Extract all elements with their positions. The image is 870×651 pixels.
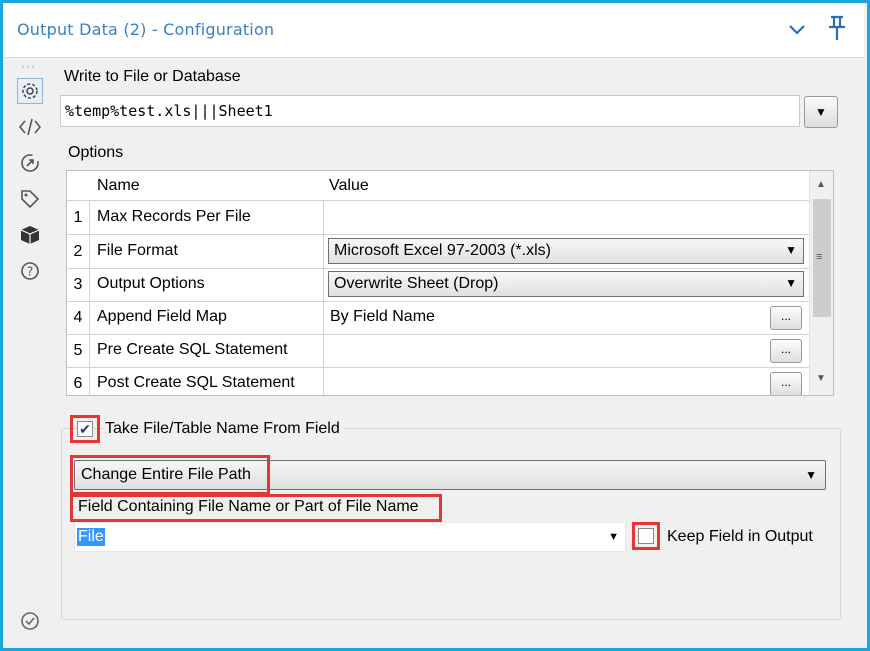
file-format-select[interactable]: Microsoft Excel 97-2003 (*.xls) ▼ — [328, 238, 804, 264]
take-file-name-label: Take File/Table Name From Field — [105, 420, 344, 438]
grid-scrollbar[interactable]: ▲ ≡ ▼ — [809, 171, 833, 395]
pre-create-sql-cell: ... — [323, 334, 810, 367]
grid-header: Name Value — [67, 171, 809, 201]
append-field-map-cell: By Field Name ... — [323, 301, 810, 334]
dropdown-arrow-icon: ▼ — [785, 276, 797, 290]
svg-text:?: ? — [27, 265, 33, 279]
file-format-cell: Microsoft Excel 97-2003 (*.xls) ▼ — [323, 235, 810, 268]
pin-icon[interactable] — [825, 15, 849, 46]
row-name: File Format — [97, 242, 178, 259]
tag-icon[interactable] — [17, 186, 43, 212]
row-number: 6 — [67, 367, 90, 395]
column-header-value: Value — [329, 177, 369, 194]
row-value: By Field Name — [330, 308, 435, 325]
row-name: Pre Create SQL Statement — [97, 341, 288, 358]
append-field-map-browse-button[interactable]: ... — [770, 306, 802, 330]
file-path-dropdown-button[interactable]: ▼ — [804, 96, 838, 128]
rename-annotation-icon[interactable] — [17, 150, 43, 176]
dropdown-arrow-icon: ▼ — [608, 531, 619, 543]
field-select-value: File — [77, 528, 105, 546]
row-number: 3 — [67, 268, 90, 301]
write-to-label: Write to File or Database — [64, 68, 241, 85]
grid-row[interactable]: 4 Append Field Map By Field Name ... — [67, 301, 809, 335]
file-format-value: Microsoft Excel 97-2003 (*.xls) — [334, 242, 551, 259]
row-number: 1 — [67, 201, 90, 234]
field-select[interactable]: File ▼ — [74, 522, 626, 552]
take-file-name-checkbox[interactable]: ✔ — [77, 421, 93, 437]
drag-handle-icon[interactable]: ··· — [21, 59, 36, 73]
scroll-up-arrow-icon[interactable]: ▲ — [816, 179, 826, 190]
grid-row[interactable]: 1 Max Records Per File — [67, 201, 809, 235]
pre-create-sql-browse-button[interactable]: ... — [770, 339, 802, 363]
configuration-gear-icon[interactable] — [17, 78, 43, 104]
grid-row[interactable]: 2 File Format Microsoft Excel 97-2003 (*… — [67, 235, 809, 269]
row-name: Max Records Per File — [97, 208, 251, 225]
file-path-input[interactable]: %temp%test.xls|||Sheet1 — [60, 95, 800, 127]
row-name: Post Create SQL Statement — [97, 374, 295, 391]
xml-code-icon[interactable] — [17, 114, 43, 140]
row-number: 2 — [67, 235, 90, 268]
chevron-down-icon[interactable] — [789, 19, 805, 40]
tool-sidebar: ··· ? — [3, 58, 53, 648]
dropdown-arrow-icon: ▼ — [815, 105, 827, 119]
grid-row[interactable]: 3 Output Options Overwrite Sheet (Drop) … — [67, 268, 809, 302]
grid-row[interactable]: 5 Pre Create SQL Statement ... — [67, 334, 809, 368]
options-label: Options — [68, 144, 124, 161]
dropdown-arrow-icon: ▼ — [805, 468, 817, 482]
row-number: 4 — [67, 301, 90, 334]
grid-row[interactable]: 6 Post Create SQL Statement ... — [67, 367, 810, 395]
checkmark-circle-icon[interactable] — [17, 608, 43, 634]
row-name: Output Options — [97, 275, 205, 292]
output-options-value: Overwrite Sheet (Drop) — [334, 275, 499, 292]
scroll-grip-icon: ≡ — [816, 251, 823, 263]
post-create-sql-cell: ... — [323, 367, 810, 395]
row-name: Append Field Map — [97, 308, 227, 325]
highlight-box — [70, 455, 270, 495]
window-title: Output Data (2) - Configuration — [17, 20, 275, 39]
max-records-value-cell[interactable] — [323, 201, 810, 234]
output-options-select[interactable]: Overwrite Sheet (Drop) ▼ — [328, 271, 804, 297]
dropdown-arrow-icon: ▼ — [785, 243, 797, 257]
output-options-cell: Overwrite Sheet (Drop) ▼ — [323, 268, 810, 301]
row-number: 5 — [67, 334, 90, 367]
keep-field-label: Keep Field in Output — [667, 528, 813, 545]
package-cube-icon[interactable] — [17, 222, 43, 248]
options-grid: Name Value 1 Max Records Per File 2 File… — [66, 170, 834, 396]
title-bar: Output Data (2) - Configuration — [3, 3, 864, 58]
keep-field-checkbox[interactable] — [638, 528, 654, 544]
column-header-name: Name — [97, 177, 140, 194]
scroll-down-arrow-icon[interactable]: ▼ — [816, 373, 826, 384]
help-question-icon[interactable]: ? — [17, 258, 43, 284]
field-containing-label: Field Containing File Name or Part of Fi… — [78, 498, 419, 515]
post-create-sql-browse-button[interactable]: ... — [770, 372, 802, 395]
